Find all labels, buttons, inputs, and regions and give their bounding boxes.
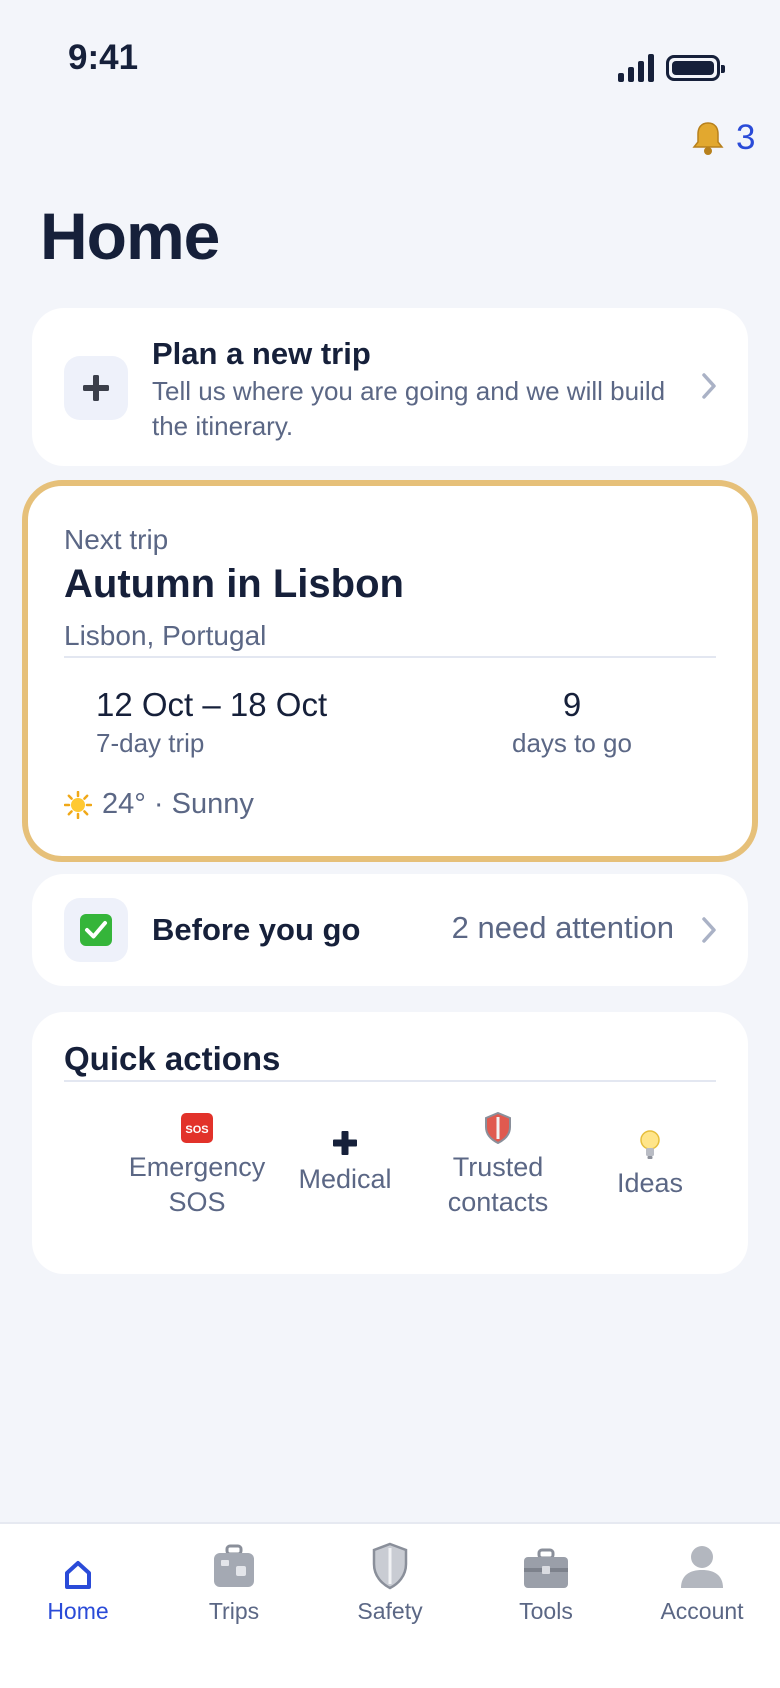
tab-label: Trips (208, 1598, 260, 1624)
attention-status: 2 need attention (451, 910, 674, 945)
shield-icon (485, 1112, 511, 1144)
svg-text:SOS: SOS (185, 1124, 208, 1136)
status-time: 9:41 (68, 38, 139, 77)
quick-action-label: Medical (298, 1164, 392, 1194)
divider (64, 1080, 716, 1082)
quick-action-label: Emergency SOS (128, 1152, 266, 1217)
toolbox-icon (524, 1548, 568, 1588)
trip-weather: 24° · Sunny (64, 788, 254, 821)
days-to-go-label: days to go (512, 728, 632, 758)
shield-icon (372, 1542, 408, 1590)
trip-length: 7-day trip (96, 728, 205, 758)
quick-actions-title: Quick actions (64, 1040, 281, 1077)
before-you-go-card[interactable]: Before you go 2 need attention (32, 874, 748, 986)
trip-dates: 12 Oct – 18 Oct (96, 686, 328, 723)
notification-count: 3 (736, 118, 756, 157)
notifications-button[interactable]: 3 (690, 116, 755, 160)
chevron-right-icon (702, 373, 716, 399)
tab-tools[interactable]: Tools (468, 1538, 624, 1638)
medical-cross-icon (333, 1131, 357, 1155)
tab-label: Home (47, 1598, 109, 1624)
trip-title: Autumn in Lisbon (64, 562, 404, 606)
trip-location: Lisbon, Portugal (64, 620, 267, 651)
next-trip-card[interactable]: Next trip Autumn in Lisbon Lisbon, Portu… (32, 492, 748, 850)
weather-text: 24° · Sunny (102, 788, 254, 820)
quick-action-trusted-contacts[interactable]: Trusted contacts (423, 1112, 573, 1220)
plan-trip-title: Plan a new trip (152, 336, 371, 371)
lightbulb-icon (640, 1130, 660, 1159)
plan-trip-description: Tell us where you are going and we will … (152, 376, 666, 441)
tab-trips[interactable]: Trips (156, 1538, 312, 1638)
sos-icon: SOS (181, 1113, 213, 1143)
divider (64, 656, 716, 658)
page-title: Home (40, 199, 220, 273)
tab-label: Tools (519, 1598, 573, 1624)
person-icon (681, 1546, 723, 1588)
battery-icon (666, 55, 725, 81)
tab-home[interactable]: Home (0, 1538, 156, 1638)
quick-action-label: Trusted contacts (447, 1152, 549, 1217)
quick-action-emergency-sos[interactable]: SOS Emergency SOS (122, 1112, 272, 1220)
luggage-icon (214, 1544, 254, 1587)
bell-icon (692, 122, 724, 155)
chevron-right-icon (702, 917, 716, 943)
quick-action-medical[interactable]: Medical (270, 1130, 420, 1197)
tab-safety[interactable]: Safety (312, 1538, 468, 1638)
tab-label: Account (660, 1598, 744, 1624)
days-to-go-count: 9 (562, 686, 582, 723)
quick-actions-card: Quick actions SOS Emergency SOS Medical … (32, 1012, 748, 1274)
next-trip-label: Next trip (64, 524, 169, 555)
home-icon (65, 1561, 91, 1589)
plus-icon (64, 356, 128, 420)
before-you-go-title: Before you go (152, 912, 361, 947)
sun-icon (64, 790, 92, 819)
tab-bar: Home Trips Safety Tools Account (0, 1522, 780, 1688)
status-bar: 9:41 (0, 0, 780, 110)
signal-icon (618, 54, 654, 82)
plan-trip-card[interactable]: Plan a new trip Tell us where you are go… (32, 308, 748, 466)
quick-action-label: Ideas (616, 1168, 684, 1198)
tab-label: Safety (357, 1598, 423, 1624)
check-box-icon (64, 898, 128, 962)
tab-account[interactable]: Account (624, 1538, 780, 1638)
quick-action-ideas[interactable]: Ideas (575, 1130, 725, 1201)
